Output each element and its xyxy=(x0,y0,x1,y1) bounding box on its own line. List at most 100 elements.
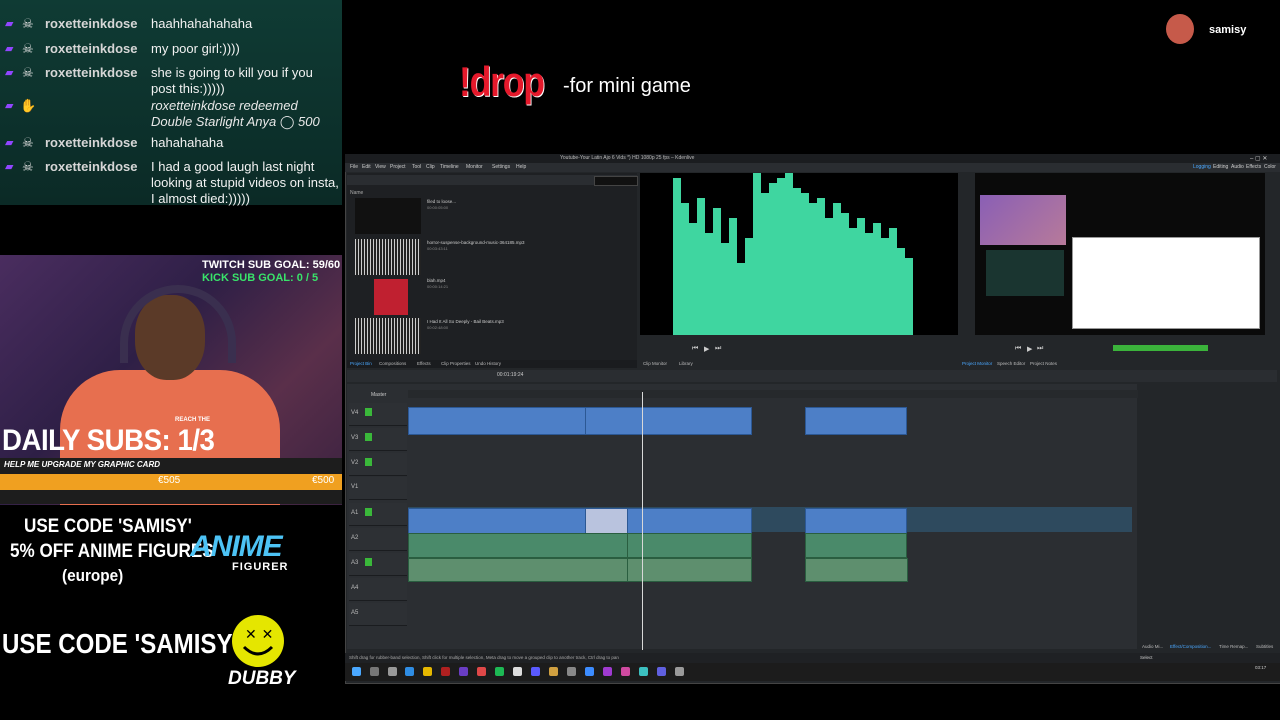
bin-item-name[interactable]: I Had It All So Deeply - Bail Beats.mp3 xyxy=(427,319,504,324)
bin-search-input[interactable] xyxy=(594,176,638,186)
tab-subtitles[interactable]: Subtitles xyxy=(1256,644,1273,649)
menu-tool[interactable]: Tool xyxy=(412,164,421,170)
track-target-icon[interactable] xyxy=(365,433,372,441)
bin-item-thumbnail[interactable] xyxy=(355,198,421,234)
chat-username[interactable]: roxetteinkdose xyxy=(45,16,137,32)
app-icon[interactable] xyxy=(585,667,594,676)
tab-effect-composition[interactable]: Effect/Composition... xyxy=(1170,644,1211,649)
track-target-icon[interactable] xyxy=(365,408,372,416)
track-header-a1[interactable]: A1 xyxy=(349,503,407,526)
track-header-v2[interactable]: V2 xyxy=(349,453,407,476)
tab-clip-monitor[interactable]: Clip Monitor xyxy=(643,361,667,366)
track-header-a5[interactable]: A5 xyxy=(349,603,407,626)
video-clip[interactable] xyxy=(585,407,752,435)
audio-clip[interactable] xyxy=(805,533,907,558)
track-header-v3[interactable]: V3 xyxy=(349,428,407,451)
bin-item-name[interactable]: horror-suspense-background-music-364185.… xyxy=(427,240,525,245)
skip-forward-icon[interactable]: ⏭ xyxy=(1037,345,1043,353)
track-target-icon[interactable] xyxy=(365,458,372,466)
menu-view[interactable]: View xyxy=(375,164,386,170)
folder-icon[interactable] xyxy=(423,667,432,676)
clip-monitor[interactable] xyxy=(640,173,958,335)
audio-clip[interactable] xyxy=(408,533,628,558)
menu-settings[interactable]: Settings xyxy=(492,164,510,170)
track-header-a2[interactable]: A2 xyxy=(349,528,407,551)
tab-speech-editor[interactable]: Speech Editor xyxy=(997,361,1025,366)
taskbar-clock[interactable]: 03:17 xyxy=(1255,665,1266,670)
track-target-icon[interactable] xyxy=(365,508,372,516)
audio-clip[interactable] xyxy=(627,533,752,558)
video-clip[interactable] xyxy=(627,508,752,534)
track-header-a4[interactable]: A4 xyxy=(349,578,407,601)
video-clip[interactable] xyxy=(408,508,586,534)
skip-back-icon[interactable]: ⏮ xyxy=(692,345,698,353)
menu-monitor[interactable]: Monitor xyxy=(466,164,483,170)
menu-project[interactable]: Project xyxy=(390,164,406,170)
chrome-icon[interactable] xyxy=(477,667,486,676)
tab-undo-history[interactable]: Undo History xyxy=(475,361,501,366)
chat-username[interactable]: roxetteinkdose xyxy=(45,41,137,57)
menu-clip[interactable]: Clip xyxy=(426,164,435,170)
bin-item-waveform[interactable] xyxy=(355,318,421,354)
bin-item-waveform[interactable] xyxy=(355,239,421,275)
tab-project-bin[interactable]: Project Bin xyxy=(350,361,372,366)
layout-logging[interactable]: Logging xyxy=(1193,164,1211,170)
obs-icon[interactable] xyxy=(657,667,666,676)
timeline-ruler[interactable] xyxy=(408,390,1138,398)
spotify-icon[interactable] xyxy=(495,667,504,676)
menu-file[interactable]: File xyxy=(350,164,358,170)
bin-item-name[interactable]: filed to loose... xyxy=(427,199,456,204)
browser-icon[interactable] xyxy=(405,667,414,676)
tab-time-remap[interactable]: Time Remap... xyxy=(1219,644,1248,649)
menu-timeline[interactable]: Timeline xyxy=(440,164,459,170)
video-clip[interactable] xyxy=(805,407,907,435)
maximize-icon[interactable]: ▢ xyxy=(1255,156,1261,162)
app-icon[interactable] xyxy=(513,667,522,676)
timeline-playhead[interactable] xyxy=(642,392,643,650)
timeline-timecode[interactable]: 00:01:19:24 xyxy=(497,372,523,378)
bin-item-thumbnail[interactable] xyxy=(374,279,408,315)
chat-username[interactable]: roxetteinkdose xyxy=(45,65,137,81)
track-header-v1[interactable]: V1 xyxy=(349,477,407,500)
play-icon[interactable]: ▶ xyxy=(704,345,709,353)
app-icon[interactable] xyxy=(549,667,558,676)
tab-project-notes[interactable]: Project Notes xyxy=(1030,361,1057,366)
track-header-a3[interactable]: A3 xyxy=(349,553,407,576)
tab-library[interactable]: Library xyxy=(679,361,693,366)
app-icon[interactable] xyxy=(441,667,450,676)
app-icon[interactable] xyxy=(531,667,540,676)
chat-username[interactable]: roxetteinkdose xyxy=(45,135,137,151)
app-icon[interactable] xyxy=(459,667,468,676)
menu-help[interactable]: Help xyxy=(516,164,526,170)
play-icon[interactable]: ▶ xyxy=(1027,345,1032,353)
editor-titlebar[interactable] xyxy=(345,154,1280,163)
skip-forward-icon[interactable]: ⏭ xyxy=(715,345,721,353)
layout-audio[interactable]: Audio xyxy=(1231,164,1244,170)
minimize-icon[interactable]: – xyxy=(1250,156,1253,162)
tab-compositions[interactable]: Compositions xyxy=(379,361,406,366)
app-icon[interactable] xyxy=(675,667,684,676)
audio-clip[interactable] xyxy=(408,558,628,582)
video-clip[interactable] xyxy=(585,508,629,534)
track-header-v4[interactable]: V4 xyxy=(349,403,407,426)
app-icon[interactable] xyxy=(639,667,648,676)
settings-icon[interactable] xyxy=(567,667,576,676)
skip-back-icon[interactable]: ⏮ xyxy=(1015,345,1021,353)
select-tool-label[interactable]: Select xyxy=(1140,655,1153,660)
close-icon[interactable]: ✕ xyxy=(1262,156,1267,162)
chat-username[interactable]: roxetteinkdose xyxy=(45,159,137,175)
video-clip[interactable] xyxy=(805,508,907,534)
tab-project-monitor[interactable]: Project Monitor xyxy=(962,361,992,366)
windows-start-icon[interactable] xyxy=(352,667,361,676)
layout-editing[interactable]: Editing xyxy=(1213,164,1228,170)
audio-clip[interactable] xyxy=(805,558,908,582)
tab-effects[interactable]: Effects xyxy=(417,361,431,366)
tab-audio-mixer[interactable]: Audio Mi... xyxy=(1142,644,1163,649)
bin-item-name[interactable]: blah.mp4 xyxy=(427,278,446,283)
layout-color[interactable]: Color xyxy=(1264,164,1276,170)
video-clip[interactable] xyxy=(408,407,586,435)
search-icon[interactable] xyxy=(370,667,379,676)
task-view-icon[interactable] xyxy=(388,667,397,676)
menu-edit[interactable]: Edit xyxy=(362,164,371,170)
audio-clip[interactable] xyxy=(627,558,752,582)
